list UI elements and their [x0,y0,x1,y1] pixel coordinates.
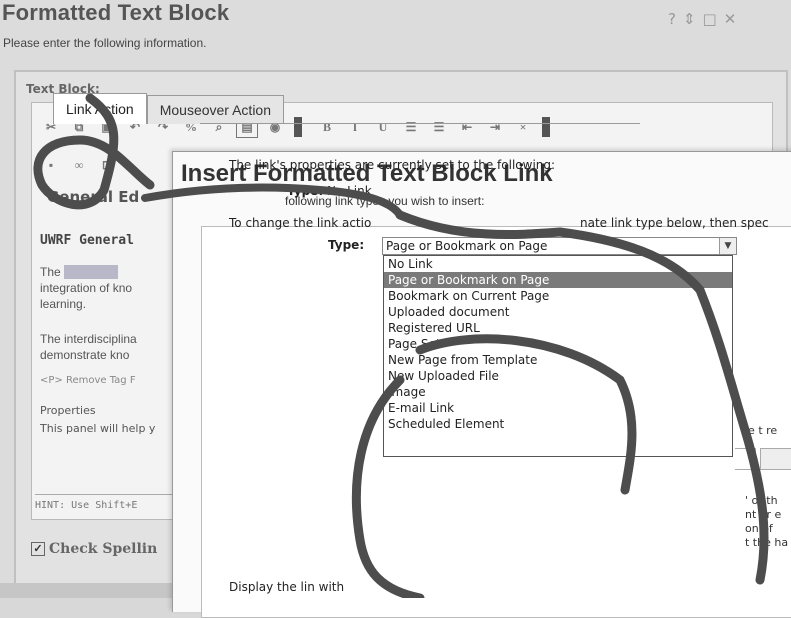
paragraph-text: integration of kno [40,281,133,295]
page-title: Formatted Text Block [2,0,230,25]
option-item[interactable]: Scheduled Element [384,416,732,432]
spellcheck-option[interactable]: ✓ Check Spellin [31,541,157,557]
right-fragment: le t re [745,424,778,437]
current-type-value: No Link [326,184,372,198]
page-subtitle: Please enter the following information. [3,36,207,50]
resize-icon[interactable]: ⇕ [683,10,696,28]
option-item[interactable]: New Uploaded File [384,368,732,384]
paragraph-text: learning. [40,297,87,311]
link-type-options: No Link Page or Bookmark on Page Bookmar… [383,255,733,457]
option-item[interactable]: Registered URL [384,320,732,336]
option-item[interactable]: Page Set [384,336,732,352]
chevron-down-icon[interactable]: ▼ [719,238,736,254]
right-fragment: nt or e [745,508,782,521]
browse-button[interactable] [760,448,791,470]
maximize-icon[interactable]: □ [703,10,717,28]
help-icon[interactable]: ? [668,10,676,28]
spellcheck-checkbox[interactable]: ✓ [31,542,45,556]
tab-divider [200,123,640,124]
italic-icon[interactable]: I [344,116,366,138]
editor-toolbar-secondary: ▪ ∞ ⊡ [40,154,118,176]
right-input-field[interactable] [735,448,756,470]
window-controls: ? ⇕ □ ✕ [668,10,736,28]
change-instructions-a: To change the link actio [229,216,372,230]
properties-title: Properties [40,404,96,417]
tab-mouseover-action[interactable]: Mouseover Action [146,95,285,124]
display-label: Display the lin with [229,580,344,594]
properties-panel: Properties This panel will help y [40,402,155,438]
content-paragraph-2: The interdisciplina demonstrate kno [40,331,137,363]
option-item-selected[interactable]: Page or Bookmark on Page [384,272,732,288]
option-item[interactable]: No Link [384,256,732,272]
link-properties-text: The link's properties are currently set … [229,158,556,172]
tag-path-bar[interactable]: <P> Remove Tag F [40,375,136,386]
option-item[interactable]: New Page from Template [384,352,732,368]
close-icon[interactable]: ✕ [724,10,737,28]
display-label-tail: with [318,580,345,594]
paragraph-text: The [40,265,61,279]
indent-icon[interactable]: ⇥ [484,116,506,138]
content-heading: General Ed [47,188,140,206]
hint-text: HINT: Use Shift+E [35,494,175,522]
outdent-icon[interactable]: ⇤ [456,116,478,138]
right-fragment: on of [745,522,773,535]
content-bold-line: UWRF General [40,233,134,248]
option-item[interactable]: Image [384,384,732,400]
content-paragraph-1: The xxxxxxxxx integration of kno learnin… [40,264,132,312]
tab-link-action[interactable]: Link Action [53,93,147,124]
link-icon[interactable]: ∞ [68,154,90,176]
paragraph-text: demonstrate kno [40,348,130,362]
ordered-list-icon[interactable]: ☰ [400,116,422,138]
highlighted-text: xxxxxxxxx [64,265,119,279]
clear-format-icon[interactable]: × [512,116,534,138]
paragraph-text: The interdisciplina [40,332,137,346]
spellcheck-label: Check Spellin [49,541,158,557]
change-instructions-b: nate link type below, then spec [580,216,769,230]
bottom-bar [0,583,175,598]
option-item[interactable]: Bookmark on Current Page [384,288,732,304]
type-label-text: Type: [328,238,365,252]
underline-icon[interactable]: U [372,116,394,138]
option-item[interactable]: E-mail Link [384,400,732,416]
type-label: Type: [328,238,364,252]
bold-icon[interactable]: B [316,116,338,138]
link-type-select[interactable]: Page or Bookmark on Page ▼ [382,237,737,255]
image-icon[interactable]: ▪ [40,154,62,176]
display-label-text: Display the lin [229,580,315,594]
unordered-list-icon[interactable]: ☰ [428,116,450,138]
current-type-label: Type: [287,184,324,198]
tab-strip: Link Action Mouseover Action [53,93,285,124]
toolbar-separator [294,117,302,137]
properties-description: This panel will help y [40,422,156,435]
toolbar-separator [542,117,550,137]
right-fragment: ' or th [745,494,778,507]
current-type-row: Type: No Link [287,184,372,198]
anchor-icon[interactable]: ⊡ [96,154,118,176]
option-item[interactable]: Uploaded document [384,304,732,320]
right-fragment: t the ha [745,536,789,549]
link-type-select-value: Page or Bookmark on Page [386,239,548,253]
